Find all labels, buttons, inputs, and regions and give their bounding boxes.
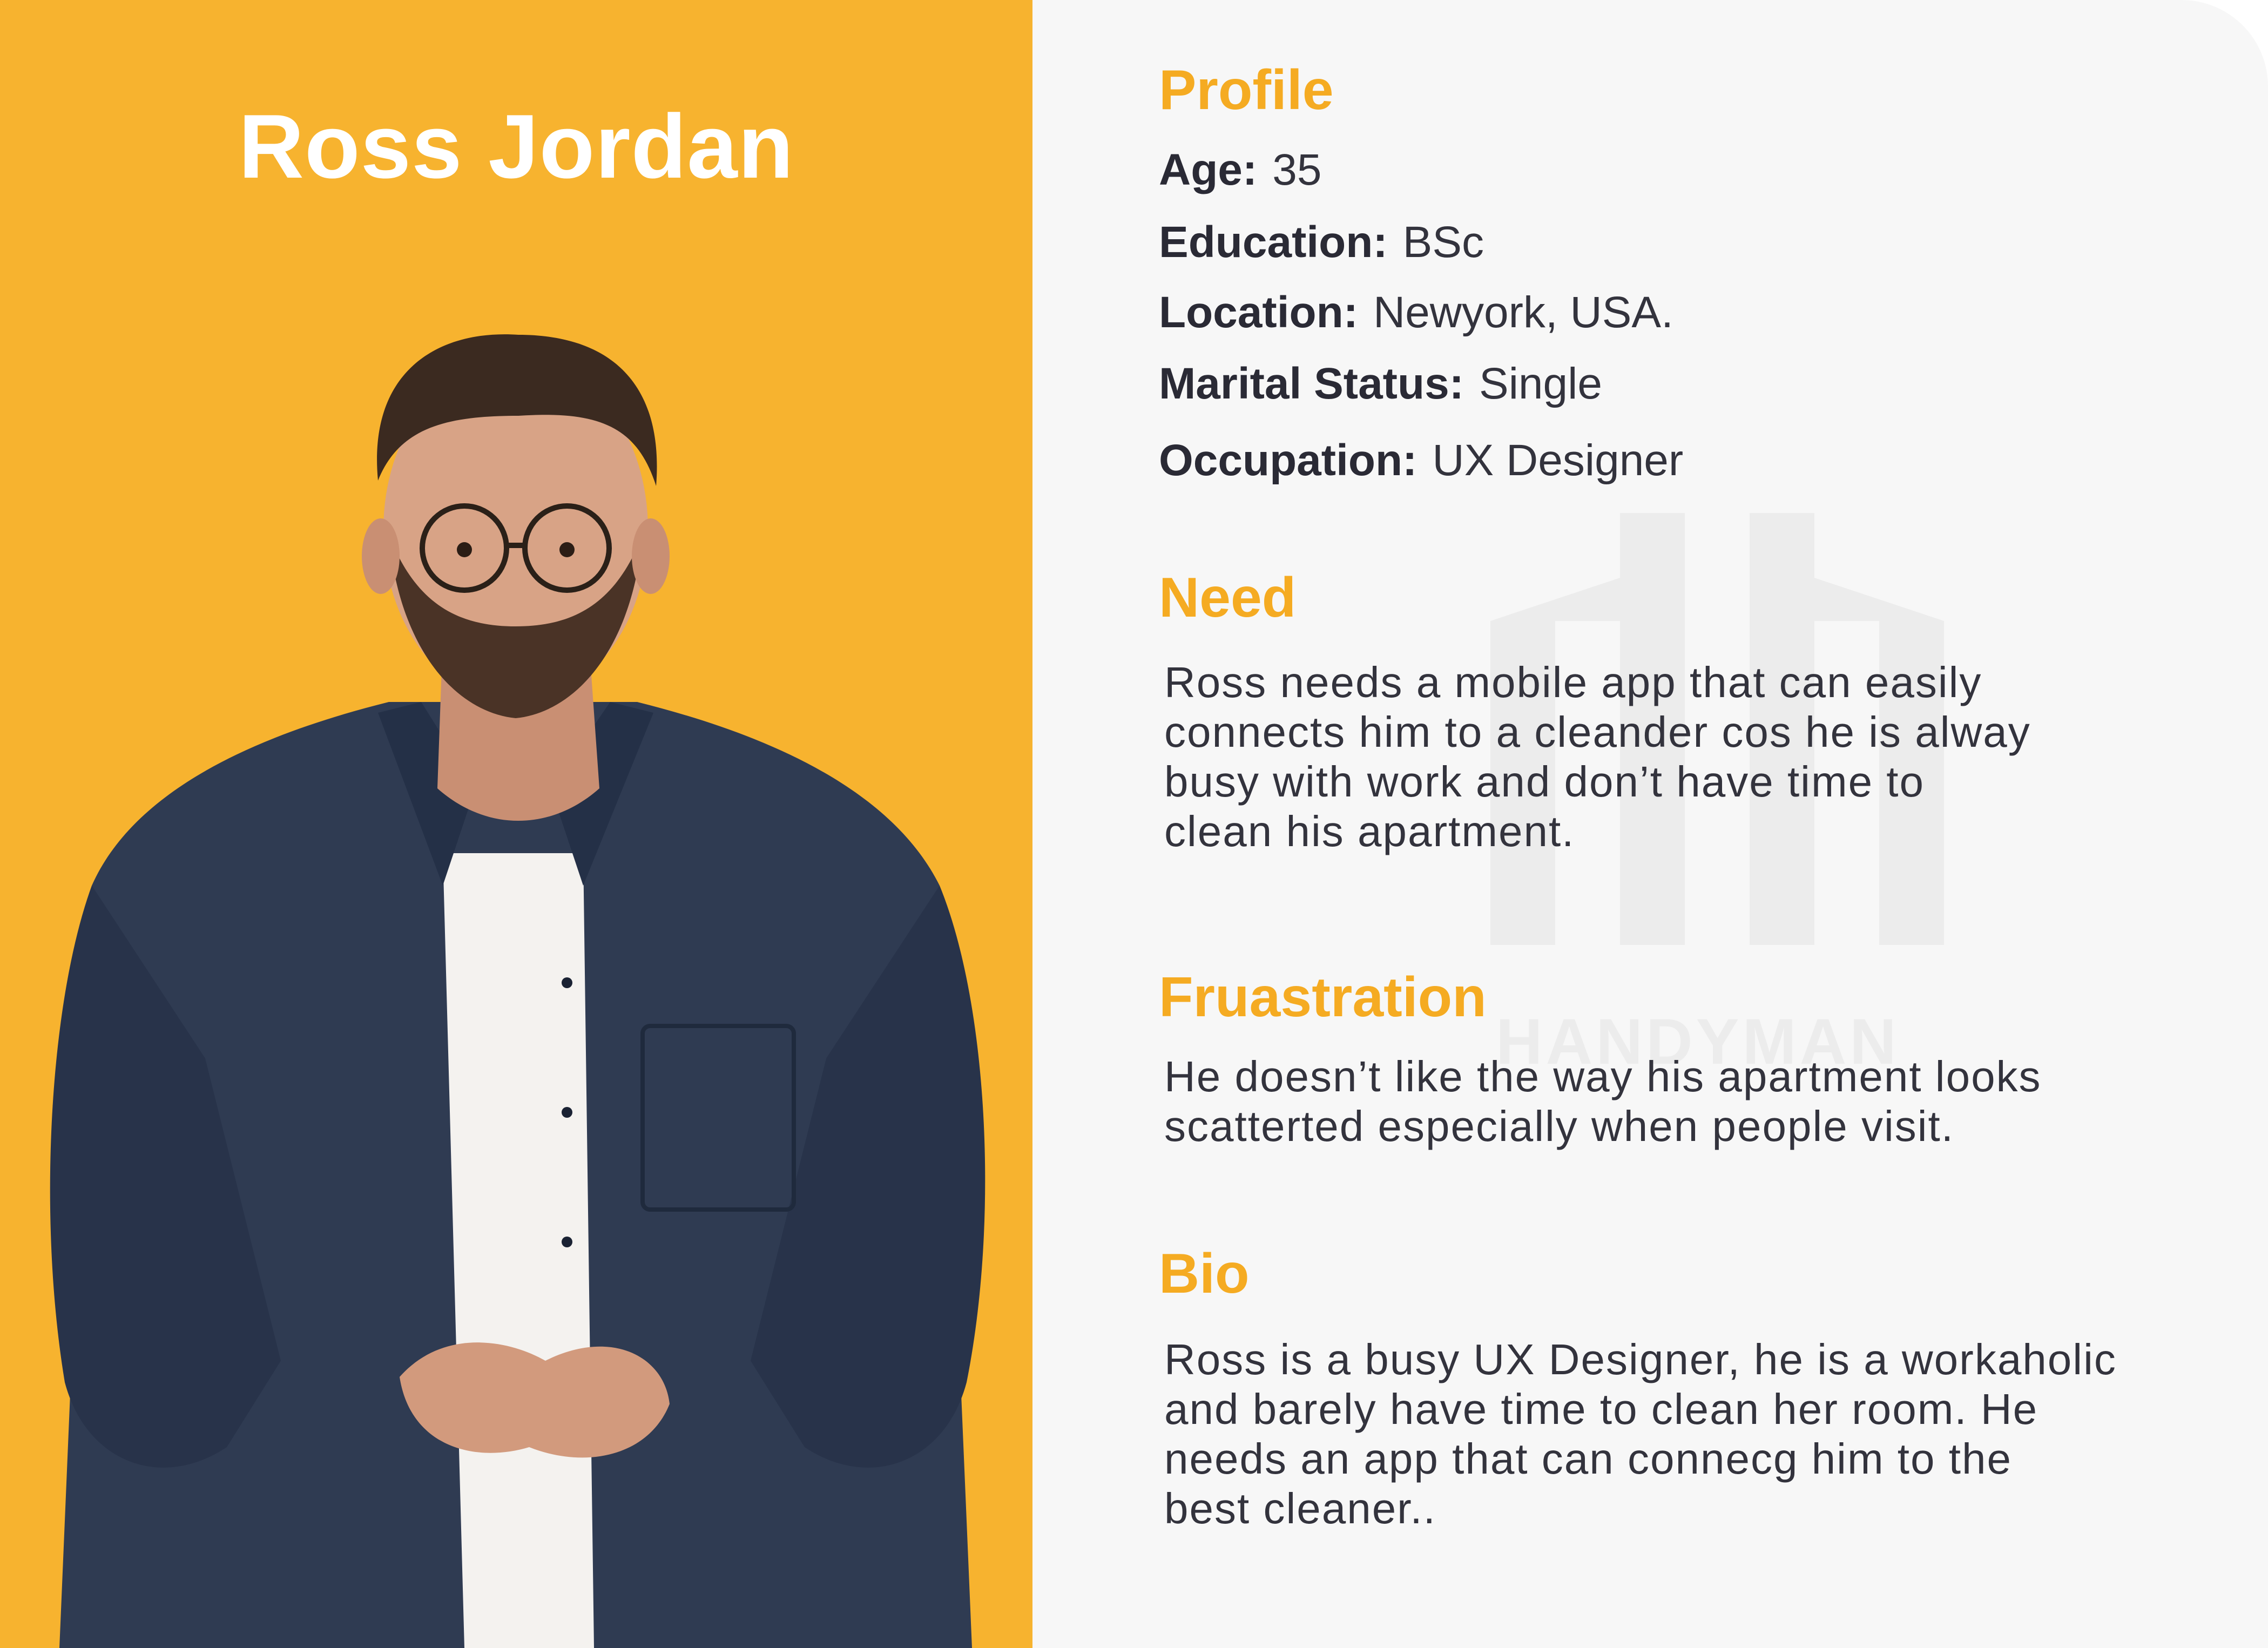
profile-row-location: Location: Newyork, USA. bbox=[1159, 288, 1673, 337]
persona-card: Ross Jordan HANDYMAN Profile Age: 35 Edu… bbox=[0, 0, 2268, 1648]
persona-name: Ross Jordan bbox=[238, 96, 794, 197]
portrait-photo bbox=[50, 334, 986, 1648]
need-heading: Need bbox=[1159, 566, 1297, 629]
need-text: Ross needs a mobile app that can easily c… bbox=[1164, 658, 2031, 855]
profile-row-age: Age: 35 bbox=[1159, 145, 1322, 194]
profile-row-occupation: Occupation: UX Designer bbox=[1159, 436, 1684, 485]
bio-heading: Bio bbox=[1159, 1242, 1250, 1305]
profile-heading: Profile bbox=[1159, 59, 1334, 121]
profile-row-marital-status: Marital Status: Single bbox=[1159, 359, 1602, 408]
profile-row-education: Education: BSc bbox=[1159, 218, 1484, 267]
frustration-text: He doesn’t like the way his apartment lo… bbox=[1164, 1052, 2042, 1150]
bio-text: Ross is a busy UX Designer, he is a work… bbox=[1164, 1335, 2117, 1532]
frustration-heading: Fruastration bbox=[1159, 966, 1487, 1029]
photo-panel: Ross Jordan bbox=[0, 0, 1032, 1648]
